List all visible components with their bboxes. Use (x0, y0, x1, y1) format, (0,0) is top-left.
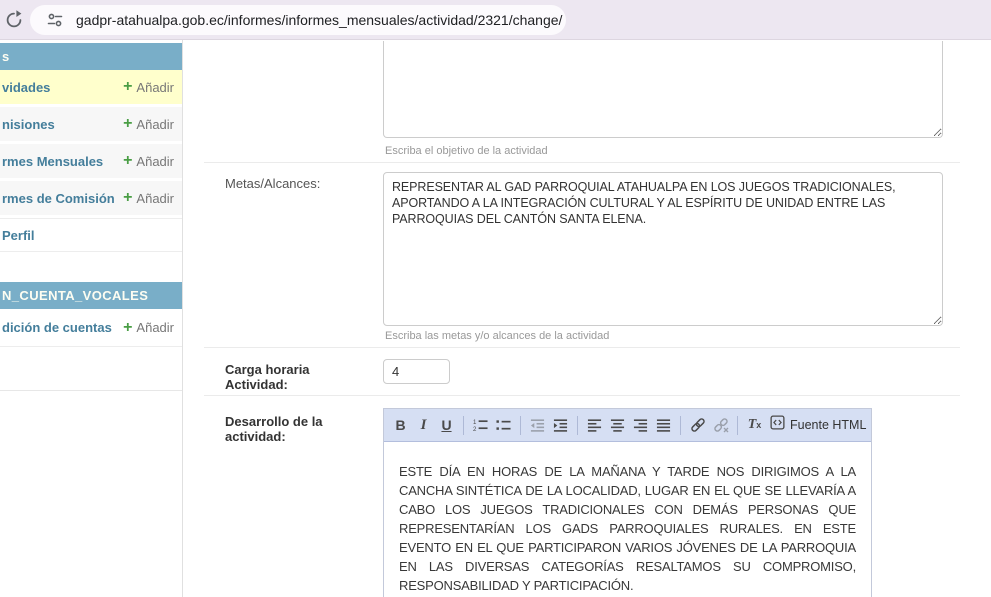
svg-text:1: 1 (473, 419, 477, 426)
desarrollo-label: Desarrollo de la actividad: (225, 414, 375, 444)
toolbar-separator (520, 416, 521, 435)
remove-format-button[interactable]: Tx (743, 413, 766, 437)
rich-text-editor: B I U 1 2 (383, 408, 872, 597)
sidebar-item-label[interactable]: vidades (0, 80, 50, 95)
align-center-icon[interactable] (606, 413, 629, 437)
bold-button[interactable]: B (389, 413, 412, 437)
align-justify-icon[interactable] (652, 413, 675, 437)
indent-icon[interactable] (549, 413, 572, 437)
add-informe-mensual-link[interactable]: + Añadir (123, 144, 174, 178)
metas-textarea[interactable]: REPRESENTAR AL GAD PARROQUIAL ATAHUALPA … (383, 172, 943, 326)
metas-help-text: Escriba las metas y/o alcances de la act… (385, 330, 609, 342)
objetivo-textarea[interactable] (383, 41, 943, 138)
toolbar-separator (463, 416, 464, 435)
toolbar-separator (680, 416, 681, 435)
add-rendicion-link[interactable]: + Añadir (123, 309, 174, 346)
plus-icon: + (123, 79, 132, 95)
svg-text:2: 2 (473, 426, 477, 433)
sidebar-item-label[interactable]: Perfil (0, 228, 35, 243)
align-left-icon[interactable] (583, 413, 606, 437)
sidebar-item-comisiones[interactable]: nisiones + Añadir (0, 107, 182, 141)
toolbar-separator (737, 416, 738, 435)
link-icon[interactable] (686, 413, 709, 437)
plus-icon: + (123, 320, 132, 336)
toolbar-separator (577, 416, 578, 435)
align-right-icon[interactable] (629, 413, 652, 437)
source-code-icon (770, 415, 785, 435)
sidebar-section-header-rendicion[interactable]: N_CUENTA_VOCALES (0, 282, 182, 309)
sidebar-item-perfil[interactable]: Perfil (0, 218, 182, 252)
row-divider (204, 162, 960, 163)
sidebar-spacer (0, 252, 182, 282)
add-informe-comision-link[interactable]: + Añadir (123, 181, 174, 215)
sidebar-item-label[interactable]: rmes Mensuales (0, 154, 103, 169)
numbered-list-icon[interactable]: 1 2 (469, 413, 492, 437)
nav-sidebar: s vidades + Añadir nisiones + Añadir rme… (0, 40, 183, 597)
bulleted-list-icon[interactable] (492, 413, 515, 437)
editor-content[interactable]: ESTE DÍA EN HORAS DE LA MAÑANA Y TARDE N… (384, 442, 871, 595)
carga-horaria-label: Carga horaria Actividad: (225, 362, 375, 392)
url-text[interactable]: gadpr-atahualpa.gob.ec/informes/informes… (76, 12, 562, 28)
address-bar[interactable]: gadpr-atahualpa.gob.ec/informes/informes… (30, 5, 566, 35)
sidebar-section-footer (0, 347, 182, 391)
app-window: gadpr-atahualpa.gob.ec/informes/informes… (0, 0, 991, 597)
add-comision-link[interactable]: + Añadir (123, 107, 174, 141)
carga-horaria-input[interactable] (383, 359, 450, 384)
editor-toolbar: B I U 1 2 (384, 409, 871, 442)
row-divider (204, 395, 960, 396)
reload-icon[interactable] (3, 9, 25, 31)
sidebar-item-actividades[interactable]: vidades + Añadir (0, 70, 182, 104)
metas-label: Metas/Alcances: (225, 176, 375, 191)
source-html-button[interactable]: Fuente HTML (766, 413, 870, 437)
row-divider (204, 347, 960, 348)
change-form: Escriba el objetivo de la actividad Meta… (184, 40, 991, 597)
source-html-label: Fuente HTML (790, 418, 866, 432)
browser-toolbar: gadpr-atahualpa.gob.ec/informes/informes… (0, 0, 991, 40)
outdent-icon[interactable] (526, 413, 549, 437)
sidebar-item-informes-comision[interactable]: rmes de Comisión + Añadir (0, 181, 182, 215)
sidebar-item-label[interactable]: dición de cuentas (0, 320, 112, 335)
unlink-icon[interactable] (709, 413, 732, 437)
add-actividad-link[interactable]: + Añadir (123, 70, 174, 104)
sidebar-item-informes-mensuales[interactable]: rmes Mensuales + Añadir (0, 144, 182, 178)
objetivo-help-text: Escriba el objetivo de la actividad (385, 145, 548, 157)
sidebar-item-rendicion-cuentas[interactable]: dición de cuentas + Añadir (0, 309, 182, 347)
sidebar-item-label[interactable]: rmes de Comisión (0, 191, 115, 206)
plus-icon: + (123, 153, 132, 169)
sidebar-item-label[interactable]: nisiones (0, 117, 55, 132)
underline-button[interactable]: U (435, 413, 458, 437)
site-settings-icon[interactable] (40, 8, 70, 32)
italic-button[interactable]: I (412, 413, 435, 437)
plus-icon: + (123, 116, 132, 132)
sidebar-section-header-informes[interactable]: s (0, 43, 182, 70)
plus-icon: + (123, 190, 132, 206)
